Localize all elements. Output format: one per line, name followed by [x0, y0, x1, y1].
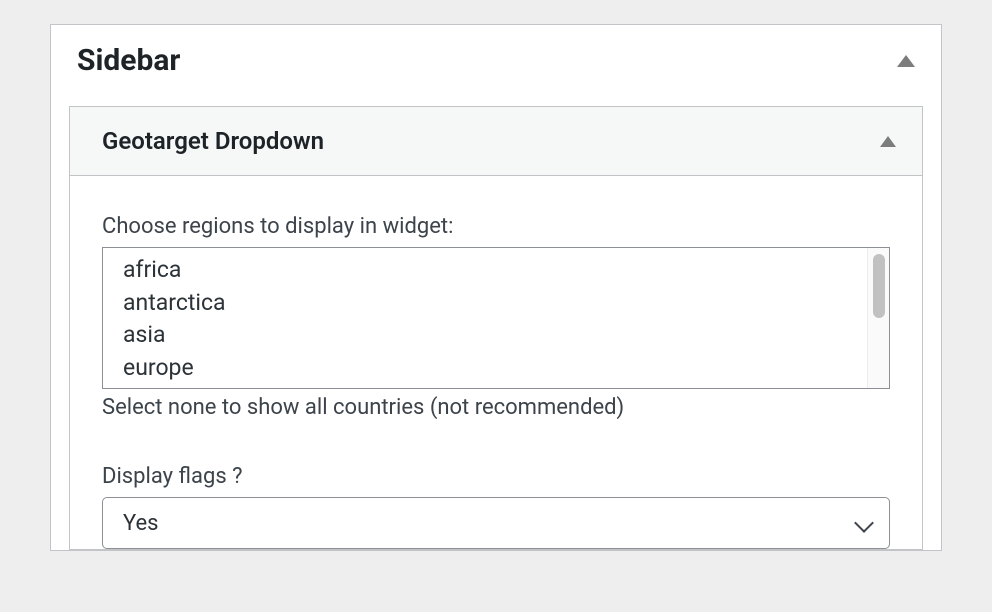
panel-header[interactable]: Sidebar — [51, 25, 941, 106]
regions-label: Choose regions to display in widget: — [102, 214, 890, 239]
widget-header[interactable]: Geotarget Dropdown — [70, 107, 922, 176]
sidebar-panel: Sidebar Geotarget Dropdown Choose region… — [50, 24, 942, 551]
list-item[interactable]: asia — [123, 319, 847, 352]
flags-select[interactable]: Yes — [102, 497, 890, 549]
widget-body: Choose regions to display in widget: afr… — [70, 176, 922, 549]
flags-label: Display flags ? — [102, 464, 890, 489]
list-item[interactable]: europe — [123, 352, 847, 385]
collapse-icon[interactable] — [897, 55, 915, 67]
panel-title: Sidebar — [77, 43, 180, 78]
scrollbar-thumb[interactable] — [873, 254, 885, 318]
regions-listbox[interactable]: africa antarctica asia europe — [103, 248, 867, 388]
chevron-down-icon — [855, 516, 869, 530]
list-item[interactable]: africa — [123, 254, 847, 287]
scrollbar[interactable] — [867, 248, 889, 388]
collapse-icon[interactable] — [880, 136, 896, 147]
list-item[interactable]: antarctica — [123, 287, 847, 320]
flags-select-value: Yes — [123, 511, 855, 536]
regions-multiselect[interactable]: africa antarctica asia europe — [102, 247, 890, 389]
regions-help-text: Select none to show all countries (not r… — [102, 395, 890, 420]
widget-geotarget-dropdown: Geotarget Dropdown Choose regions to dis… — [69, 106, 923, 550]
widget-title: Geotarget Dropdown — [102, 127, 324, 155]
